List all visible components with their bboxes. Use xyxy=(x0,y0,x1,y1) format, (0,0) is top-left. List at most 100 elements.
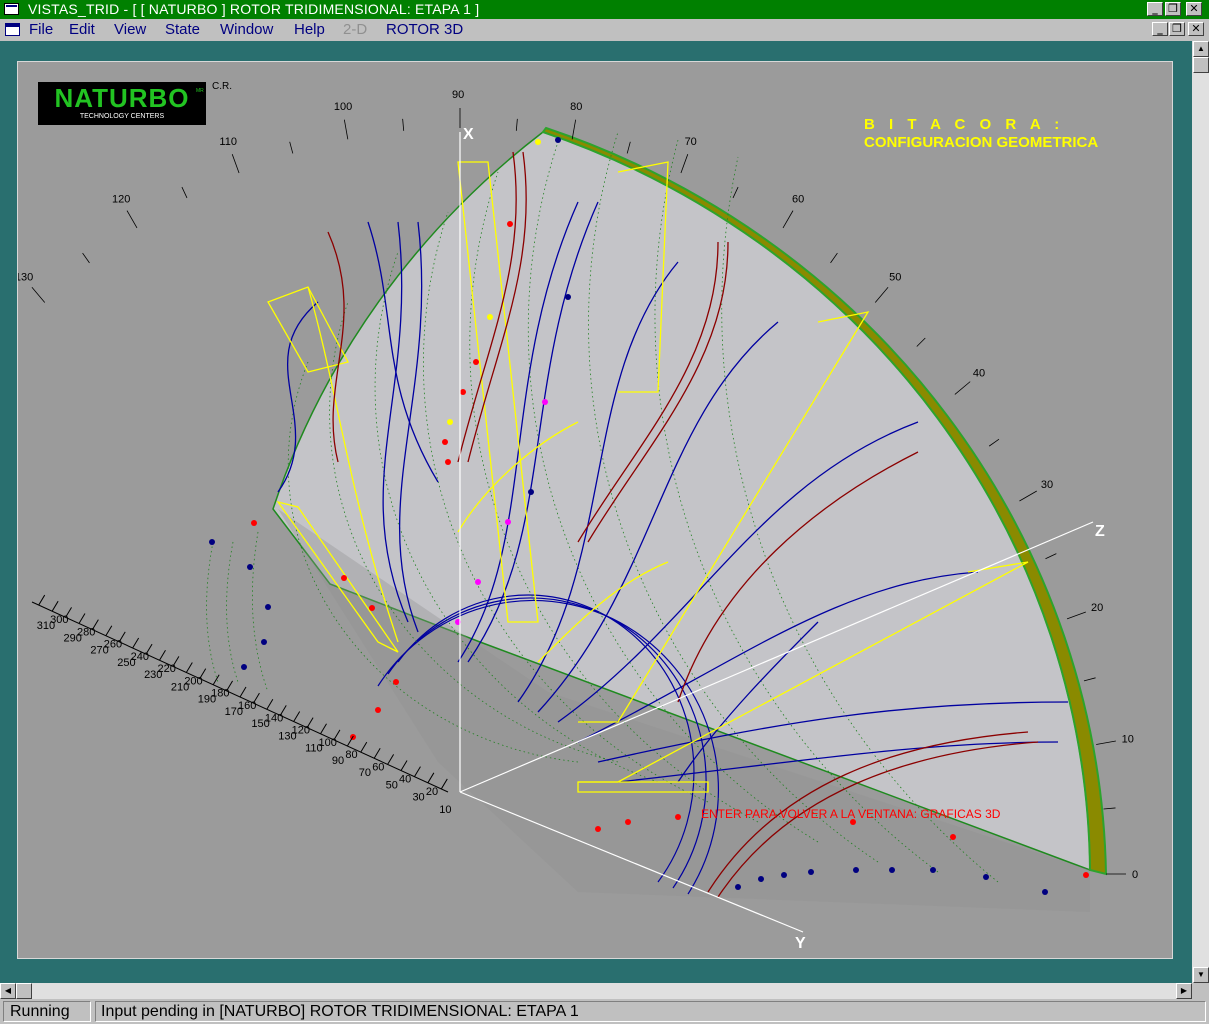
scale-label: 20 xyxy=(426,786,438,798)
menu-2d: 2-D xyxy=(343,21,368,38)
scale-label: 300 xyxy=(50,614,68,626)
angle-label: 50 xyxy=(889,271,901,283)
angle-label: 40 xyxy=(973,368,985,380)
axis-z-label: Z xyxy=(1095,523,1105,540)
vertical-scroll-thumb[interactable] xyxy=(1193,57,1209,73)
scrollbar-corner xyxy=(1192,983,1209,999)
menu-rotor-3d[interactable]: ROTOR 3D xyxy=(386,21,463,38)
scale-label: 220 xyxy=(157,663,175,675)
scale-tick xyxy=(172,656,180,667)
scale-label: 200 xyxy=(184,675,202,687)
scale-label: 60 xyxy=(372,761,384,773)
scale-tick xyxy=(185,662,193,673)
status-message: Input pending in [NATURBO] ROTOR TRIDIME… xyxy=(95,1001,1206,1022)
scroll-right-button[interactable]: ▶ xyxy=(1176,983,1192,999)
menu-edit[interactable]: Edit xyxy=(69,21,95,38)
rim-tick xyxy=(31,286,46,303)
rim-tick xyxy=(82,252,90,264)
horizontal-scrollbar[interactable]: ◀ ▶ xyxy=(0,983,1192,999)
angle-label: 20 xyxy=(1091,602,1103,614)
scale-label: 30 xyxy=(412,792,424,804)
scale-label: 70 xyxy=(359,767,371,779)
rim-tick xyxy=(732,186,739,199)
scale-label: 90 xyxy=(332,755,344,767)
menu-view[interactable]: View xyxy=(114,21,146,38)
close-button[interactable]: ✕ xyxy=(1186,2,1202,16)
menu-bar: File Edit View State Window Help 2-D ROT… xyxy=(0,19,1209,41)
rim-tick xyxy=(231,154,240,174)
rim-tick xyxy=(874,286,889,303)
scale-tick xyxy=(293,711,301,722)
restore-button[interactable]: ❐ xyxy=(1165,2,1181,16)
scale-label: 140 xyxy=(265,712,283,724)
status-bar: Running Input pending in [NATURBO] ROTOR… xyxy=(0,999,1209,1024)
scale-tick xyxy=(360,741,368,753)
angle-label: 10 xyxy=(1122,734,1134,746)
scale-tick xyxy=(91,619,99,630)
mdi-minimize-button[interactable]: _ xyxy=(1152,22,1168,36)
mdi-restore-button[interactable]: ❐ xyxy=(1169,22,1185,36)
angle-label: 130 xyxy=(18,271,33,283)
scale-tick xyxy=(78,613,86,624)
scale-tick xyxy=(427,772,435,784)
rim-tick xyxy=(954,381,971,395)
document-icon[interactable] xyxy=(5,23,20,36)
rim-tick xyxy=(126,210,138,229)
rotor-3d-viewport[interactable]: NATURBO MR TECHNOLOGY CENTERS C.R. B I T… xyxy=(17,61,1173,959)
rim-tick xyxy=(1066,611,1086,620)
scale-tick xyxy=(320,723,327,735)
scale-tick xyxy=(333,729,341,741)
scale-label: 80 xyxy=(345,749,357,761)
rim-tick xyxy=(571,119,577,140)
axis-x-label: X xyxy=(463,126,474,143)
instruction-text: ENTER PARA VOLVER A LA VENTANA: GRAFICAS… xyxy=(701,807,1001,821)
rim-tick xyxy=(515,118,518,131)
scale-tick xyxy=(159,649,166,661)
scale-label: 260 xyxy=(104,639,122,651)
scale-label: 280 xyxy=(77,626,95,638)
angle-label: 70 xyxy=(685,136,697,148)
rotor-3d-drawing: 0102030405060708090100110120130140150160… xyxy=(18,89,1138,952)
scale-tick xyxy=(440,778,448,790)
scale-tick xyxy=(65,607,72,618)
menu-help[interactable]: Help xyxy=(294,21,325,38)
scale-tick xyxy=(145,643,153,655)
rim-tick xyxy=(402,118,405,131)
scale-tick xyxy=(414,766,421,777)
menu-file[interactable]: File xyxy=(29,21,53,38)
scale-tick xyxy=(387,754,395,765)
rim-tick xyxy=(916,337,926,347)
menu-state[interactable]: State xyxy=(165,21,200,38)
rim-tick xyxy=(289,141,294,154)
scale-tick xyxy=(239,686,247,698)
scroll-left-button[interactable]: ◀ xyxy=(0,983,16,999)
scale-tick xyxy=(400,760,408,771)
app-icon[interactable] xyxy=(4,3,19,15)
scale-tick xyxy=(199,668,207,679)
scale-tick xyxy=(226,680,234,692)
scale-label: 180 xyxy=(211,688,229,700)
rim-tick xyxy=(988,438,1000,447)
scale-tick xyxy=(38,594,46,606)
rim-tick xyxy=(1045,553,1057,560)
scale-label: 40 xyxy=(399,774,411,786)
vertical-scrollbar[interactable]: ▲ ▼ xyxy=(1192,41,1209,983)
window-title: VISTAS_TRID - [ [ NATURBO ] ROTOR TRIDIM… xyxy=(28,1,480,17)
rim-tick xyxy=(181,186,188,199)
scale-label: 10 xyxy=(439,804,451,816)
scale-tick xyxy=(306,717,314,728)
horizontal-scroll-thumb[interactable] xyxy=(16,983,32,999)
angle-label: 100 xyxy=(334,101,352,113)
angle-label: 90 xyxy=(452,89,464,101)
scale-tick xyxy=(279,705,287,716)
minimize-button[interactable]: _ xyxy=(1147,2,1163,16)
scale-tick xyxy=(51,600,59,612)
menu-window[interactable]: Window xyxy=(220,21,273,38)
angle-label: 110 xyxy=(219,136,237,148)
scale-tick xyxy=(132,637,140,649)
mdi-close-button[interactable]: ✕ xyxy=(1188,22,1204,36)
scale-label: 120 xyxy=(292,725,310,737)
scroll-down-button[interactable]: ▼ xyxy=(1193,967,1209,983)
scroll-up-button[interactable]: ▲ xyxy=(1193,41,1209,57)
rim-tick xyxy=(343,119,349,140)
